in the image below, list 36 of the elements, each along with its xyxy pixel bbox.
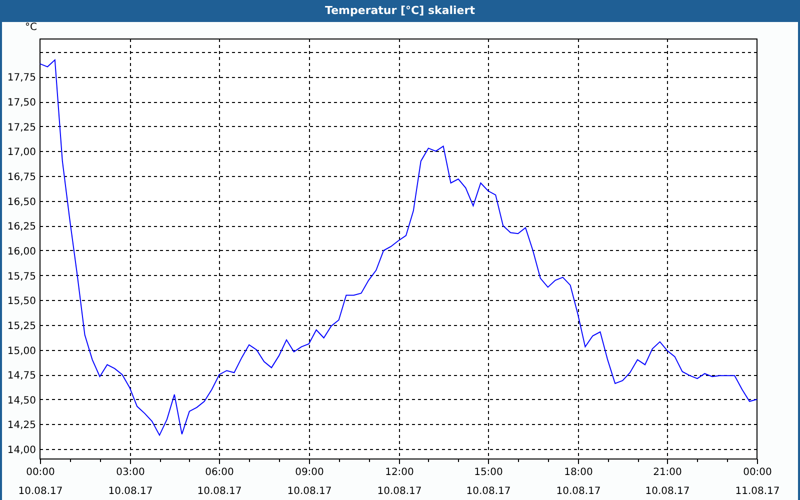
date-label: 10.08.17	[197, 486, 242, 497]
time-label: 06:00	[205, 467, 234, 478]
time-label: 00:00	[26, 467, 55, 478]
time-label: 18:00	[564, 467, 593, 478]
y-tick-label: 16,75	[7, 172, 36, 184]
time-label: 12:00	[385, 467, 414, 478]
y-tick-label: 16,00	[7, 246, 36, 258]
window-title: Temperatur [°C] skaliert	[325, 2, 475, 19]
y-tick-label: 17,50	[7, 98, 36, 109]
time-label: 09:00	[295, 467, 324, 478]
y-tick-label: 17,25	[7, 122, 36, 134]
y-tick-label: 14,25	[7, 420, 36, 432]
date-label: 10.08.17	[287, 486, 332, 497]
time-label: 03:00	[116, 467, 145, 478]
date-label: 10.08.17	[108, 486, 153, 497]
y-tick-label: 14,50	[7, 395, 36, 406]
date-label: 10.08.17	[645, 486, 690, 497]
y-tick-label: 14,75	[7, 370, 36, 382]
time-label: 21:00	[653, 467, 682, 478]
date-label: 10.08.17	[556, 486, 601, 497]
y-tick-label: 15,50	[7, 296, 36, 308]
y-tick-label: 14,00	[7, 445, 36, 456]
y-tick-label: 16,25	[7, 222, 36, 233]
date-label: 10.08.17	[377, 486, 422, 497]
time-label: 00:00	[743, 467, 772, 478]
date-label: 10.08.17	[18, 486, 63, 497]
y-tick-label: 17,00	[7, 147, 36, 158]
y-tick-label: 15,25	[7, 320, 36, 332]
unit-label: °C	[25, 22, 37, 33]
date-label: 10.08.17	[466, 486, 511, 497]
time-label: 15:00	[474, 467, 503, 478]
y-tick-label: 15,00	[7, 346, 36, 357]
y-tick-label: 17,75	[7, 72, 36, 84]
date-label: 11.08.17	[735, 486, 780, 497]
y-tick-label: 15,75	[7, 271, 36, 282]
y-tick-label: 16,50	[7, 196, 36, 208]
